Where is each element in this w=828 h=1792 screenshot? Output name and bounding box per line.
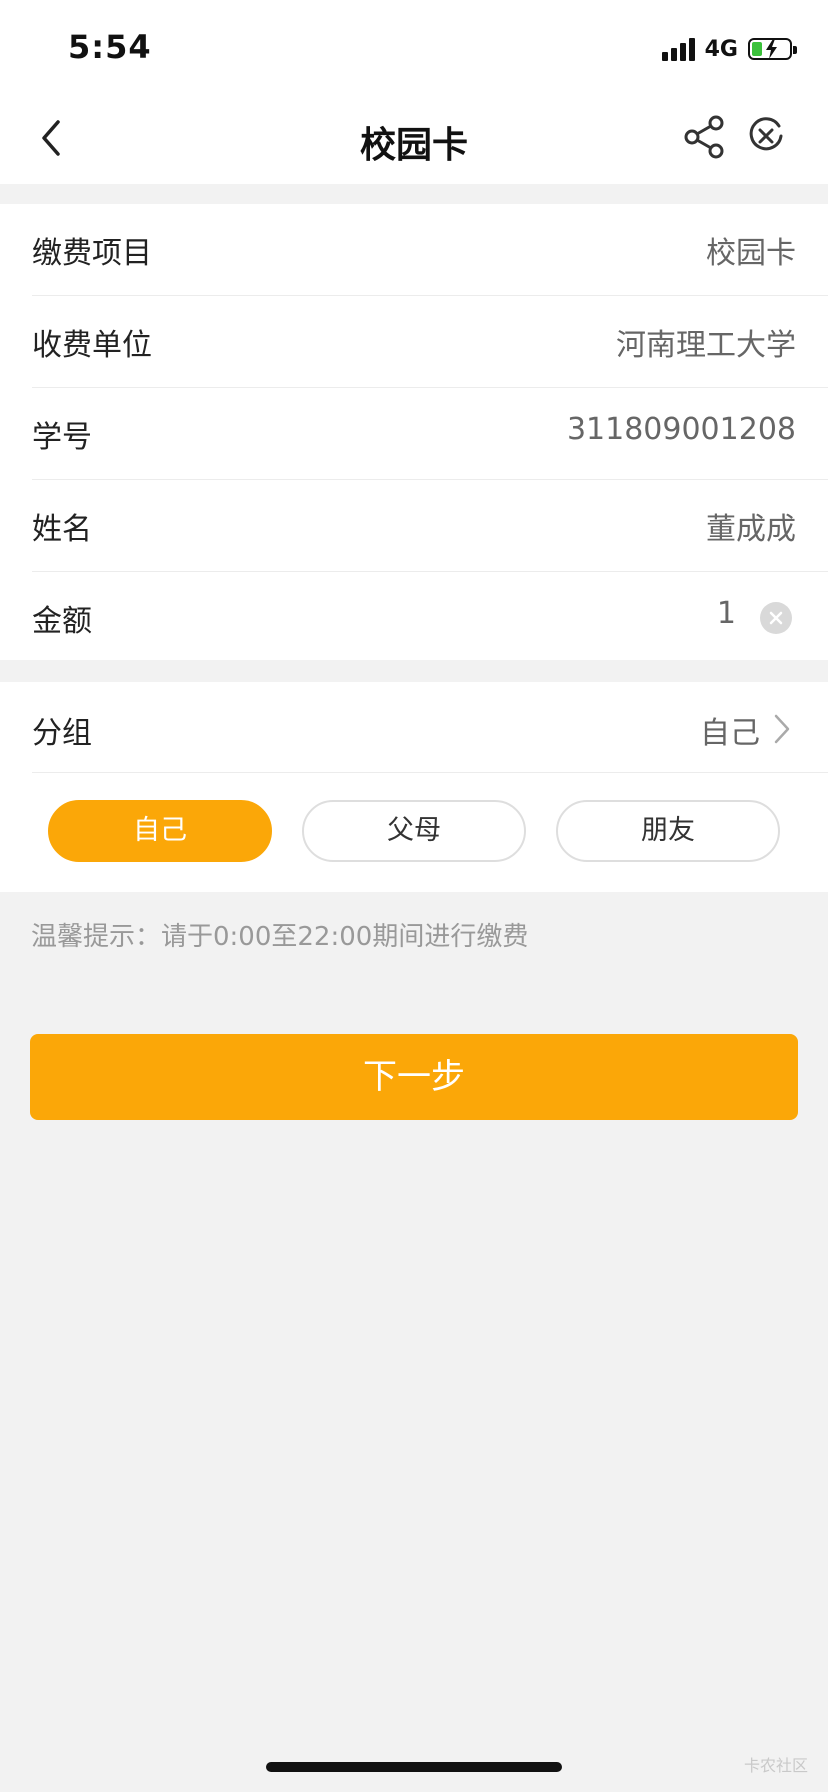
group-option-friends[interactable]: 朋友 — [556, 800, 780, 862]
row-value: 校园卡 — [706, 236, 796, 271]
group-label: 分组 — [32, 716, 92, 751]
group-option-parents[interactable]: 父母 — [302, 800, 526, 862]
next-button[interactable]: 下一步 — [30, 1034, 798, 1120]
battery-icon — [748, 38, 797, 60]
row-value: 河南理工大学 — [616, 328, 796, 363]
group-card: 分组 自己 自己 父母 朋友 — [0, 682, 828, 892]
status-time: 5:54 — [68, 28, 152, 66]
row-label: 学号 — [32, 420, 92, 455]
status-bar: 5:54 4G — [0, 0, 828, 92]
status-indicators: 4G — [661, 34, 797, 64]
amount-input[interactable]: 1 — [717, 596, 736, 631]
home-indicator[interactable] — [266, 1762, 562, 1772]
row-label: 姓名 — [32, 512, 92, 547]
row-label: 收费单位 — [32, 328, 152, 363]
row-value: 311809001208 — [566, 412, 796, 447]
row-payee: 收费单位 河南理工大学 — [32, 296, 828, 388]
share-icon[interactable] — [682, 114, 728, 160]
signal-icon — [661, 37, 695, 61]
row-label: 金额 — [32, 604, 92, 639]
group-row[interactable]: 分组 自己 — [32, 682, 828, 773]
row-student-id: 学号 311809001208 — [32, 388, 828, 480]
row-value: 董成成 — [706, 512, 796, 547]
close-circle-icon[interactable] — [746, 116, 786, 156]
chevron-right-icon — [774, 714, 790, 744]
payment-info-card: 缴费项目 校园卡 收费单位 河南理工大学 学号 311809001208 姓名 … — [0, 204, 828, 660]
row-label: 缴费项目 — [32, 236, 152, 271]
row-amount: 金额 1 — [32, 572, 828, 663]
group-options: 自己 父母 朋友 — [0, 800, 828, 866]
nav-bar: 校园卡 — [0, 92, 828, 184]
row-payment-item: 缴费项目 校园卡 — [32, 204, 828, 296]
tip-text: 温馨提示：请于0:00至22:00期间进行缴费 — [31, 922, 529, 952]
clear-icon[interactable] — [760, 602, 792, 634]
watermark: 卡农社区 — [743, 1756, 808, 1775]
group-option-self[interactable]: 自己 — [48, 800, 272, 862]
group-value: 自己 — [700, 716, 760, 751]
network-type: 4G — [704, 36, 738, 62]
row-name: 姓名 董成成 — [32, 480, 828, 572]
